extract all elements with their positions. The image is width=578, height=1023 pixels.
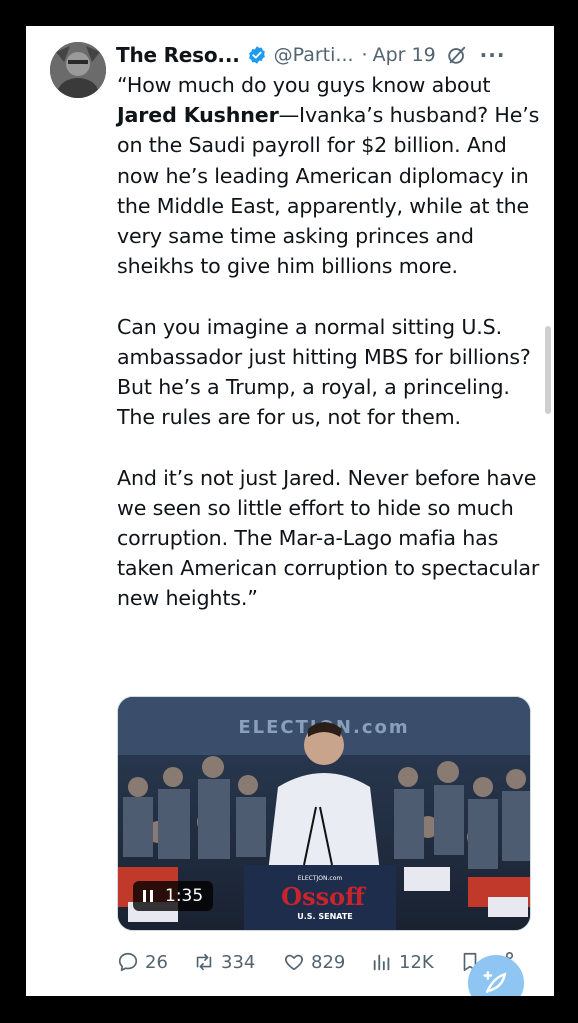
separator-dot: · (361, 44, 368, 66)
video-duration: 1:35 (165, 886, 204, 906)
repost-icon (196, 953, 212, 971)
views-button[interactable]: 12K (371, 951, 459, 973)
views-count: 12K (399, 951, 434, 973)
reply-button[interactable]: 26 (117, 951, 193, 973)
tweet-text-p2: Can you imagine a normal sitting U.S. am… (117, 314, 538, 430)
avatar[interactable] (50, 42, 106, 98)
repost-count: 334 (221, 951, 256, 973)
podium-sub: U.S. SENATE (297, 912, 353, 921)
tweet-date[interactable]: Apr 19 (373, 44, 436, 66)
tweet-card: The Reso... @Parti... · Apr 19 ··· “How … (26, 26, 554, 996)
podium-name: Ossoff (281, 882, 366, 911)
tweet-text: “How much do you guys know about Jared K… (117, 70, 542, 614)
video-player[interactable]: ELECTJON.com Ossoff U.S. SENATE 1:35 (117, 696, 531, 931)
reply-count: 26 (145, 951, 168, 973)
verified-badge-icon (248, 46, 265, 64)
reply-icon (118, 952, 138, 972)
like-count: 829 (311, 951, 346, 973)
views-chart-icon (373, 954, 390, 971)
pause-icon[interactable] (143, 890, 153, 902)
tweet-text-p1-start: “How much do you guys know about (117, 73, 497, 97)
tweet-text-p3: And it’s not just Jared. Never before ha… (117, 465, 546, 611)
video-duration-badge[interactable]: 1:35 (133, 881, 214, 911)
tweet-header: The Reso... @Parti... · Apr 19 ··· (116, 40, 540, 70)
heart-icon (285, 954, 303, 971)
more-options-icon[interactable]: ··· (480, 43, 506, 67)
scrollbar-thumb[interactable] (545, 326, 551, 414)
handle[interactable]: @Parti... (274, 44, 354, 66)
grok-icon[interactable] (446, 44, 468, 66)
podium-small-text: ELECTJON.com (298, 875, 343, 882)
tweet-text-p1-end: —Ivanka’s husband? He’s on the Saudi pay… (117, 103, 546, 279)
compose-feather-icon (483, 971, 507, 993)
like-button[interactable]: 829 (283, 951, 371, 973)
repost-button[interactable]: 334 (193, 951, 283, 973)
display-name[interactable]: The Reso... (116, 43, 240, 67)
mention-jared-kushner: Jared Kushner (117, 103, 279, 128)
